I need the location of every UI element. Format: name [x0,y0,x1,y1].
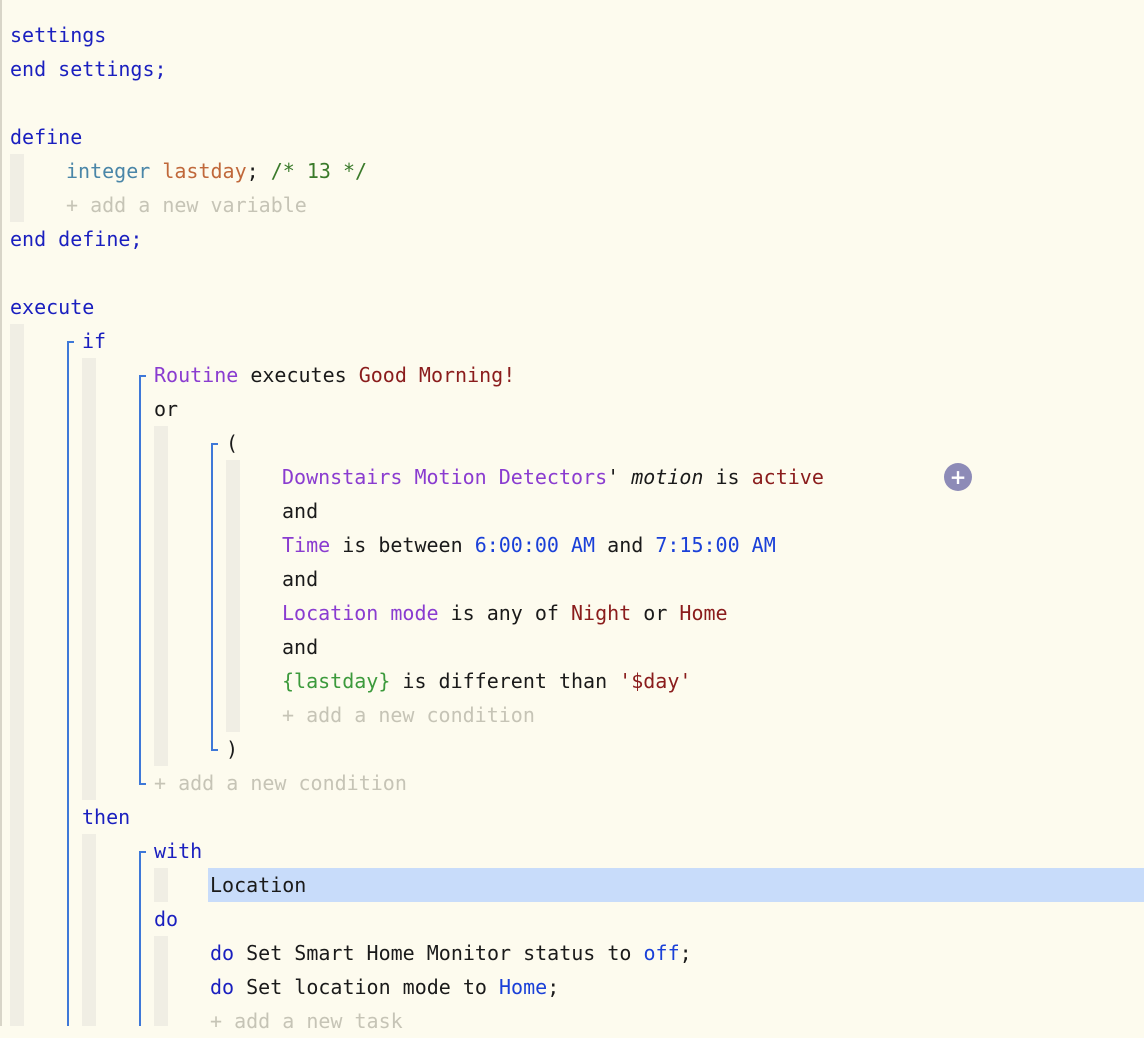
with-bracket [139,851,141,1026]
execute-keyword[interactable]: execute [10,290,94,324]
gutter-do [154,936,168,1026]
settings-keyword[interactable]: settings [10,18,106,52]
task-1-action: Set Smart Home Monitor status to [246,941,632,965]
paren-bracket-bottom [211,749,218,751]
time-end: 7:15:00 AM [655,533,776,557]
task-2-action: Set location mode to [246,975,487,999]
and-operator-2[interactable]: and [282,562,318,596]
paren-close[interactable]: ) [226,732,238,766]
editor-left-border [0,0,2,1026]
if-bracket-top [67,341,74,343]
gutter-execute [10,324,24,1026]
with-keyword[interactable]: with [154,834,202,868]
paren-bracket [211,443,213,751]
then-keyword[interactable]: then [82,800,130,834]
paren-bracket-top [211,443,218,445]
task-2-do: do [210,975,235,999]
end-define-keyword[interactable]: end define; [10,222,142,256]
task-location-mode[interactable]: do Set location mode to Home; [210,970,559,1004]
if-keyword[interactable]: if [82,324,106,358]
task-1-value: off [643,941,680,965]
task-1-end: ; [679,941,692,965]
lastday-variable: {lastday} [282,669,391,693]
routine-value: Good Morning! [358,363,516,387]
if-bracket [67,341,69,1026]
mode-night: Night [571,601,632,625]
conditions-bracket-bottom [139,783,146,785]
task-2-value: Home [499,975,548,999]
and-operator-3[interactable]: and [282,630,318,664]
location-mode-operator: is any of [450,601,559,625]
gutter-define [10,154,24,222]
time-and: and [607,533,644,557]
time-subject: Time [282,533,331,557]
mode-or: or [643,601,668,625]
condition-location-mode[interactable]: Location mode is any of Night or Home [282,596,728,630]
gutter-paren-group [226,460,240,732]
location-mode-subject: Location mode [282,601,439,625]
task-shm-status[interactable]: do Set Smart Home Monitor status to off; [210,936,692,970]
or-operator[interactable]: or [154,392,178,426]
possessive-apostrophe: ' [607,465,620,489]
define-keyword[interactable]: define [10,120,82,154]
add-condition-inner-link[interactable]: + add a new condition [282,698,535,732]
motion-operator: is [715,465,740,489]
condition-motion[interactable]: Downstairs Motion Detectors' motion is a… [282,460,824,494]
end-settings-keyword[interactable]: end settings; [10,52,167,86]
time-start: 6:00:00 AM [474,533,596,557]
lastday-value: '$day' [619,669,692,693]
add-condition-outer-link[interactable]: + add a new condition [154,766,407,800]
lastday-operator: is different than [402,669,608,693]
plus-circle-icon[interactable]: + [944,463,972,491]
variable-type: integer [66,159,151,183]
mode-home: Home [679,601,728,625]
statement-terminator: ; [246,159,259,183]
add-task-link[interactable]: + add a new task [210,1004,403,1038]
gutter-if [82,358,96,800]
add-variable-link[interactable]: + add a new variable [66,188,307,222]
variable-name: lastday [162,159,247,183]
gutter-with [154,868,168,902]
condition-time[interactable]: Time is between 6:00:00 AM and 7:15:00 A… [282,528,776,562]
motion-value: active [751,465,824,489]
condition-lastday[interactable]: {lastday} is different than '$day' [282,664,691,698]
motion-attribute: motion [631,465,704,489]
condition-routine[interactable]: Routine executes Good Morning! [154,358,515,392]
with-device-location[interactable]: Location [210,868,306,902]
routine-subject: Routine [154,363,239,387]
motion-device: Downstairs Motion Detectors [282,465,608,489]
routine-operator: executes [250,363,347,387]
task-1-do: do [210,941,235,965]
time-operator: is between [342,533,463,557]
gutter-or-group [154,426,168,766]
variable-declaration[interactable]: integer lastday; /* 13 */ [66,154,367,188]
variable-comment: /* 13 */ [270,159,368,183]
paren-open[interactable]: ( [226,426,238,460]
conditions-bracket [139,375,141,785]
selected-line-highlight [208,868,1144,902]
conditions-bracket-top [139,375,146,377]
with-bracket-top [139,851,146,853]
and-operator-1[interactable]: and [282,494,318,528]
gutter-then [82,834,96,1026]
do-keyword[interactable]: do [154,902,178,936]
task-2-end: ; [547,975,560,999]
